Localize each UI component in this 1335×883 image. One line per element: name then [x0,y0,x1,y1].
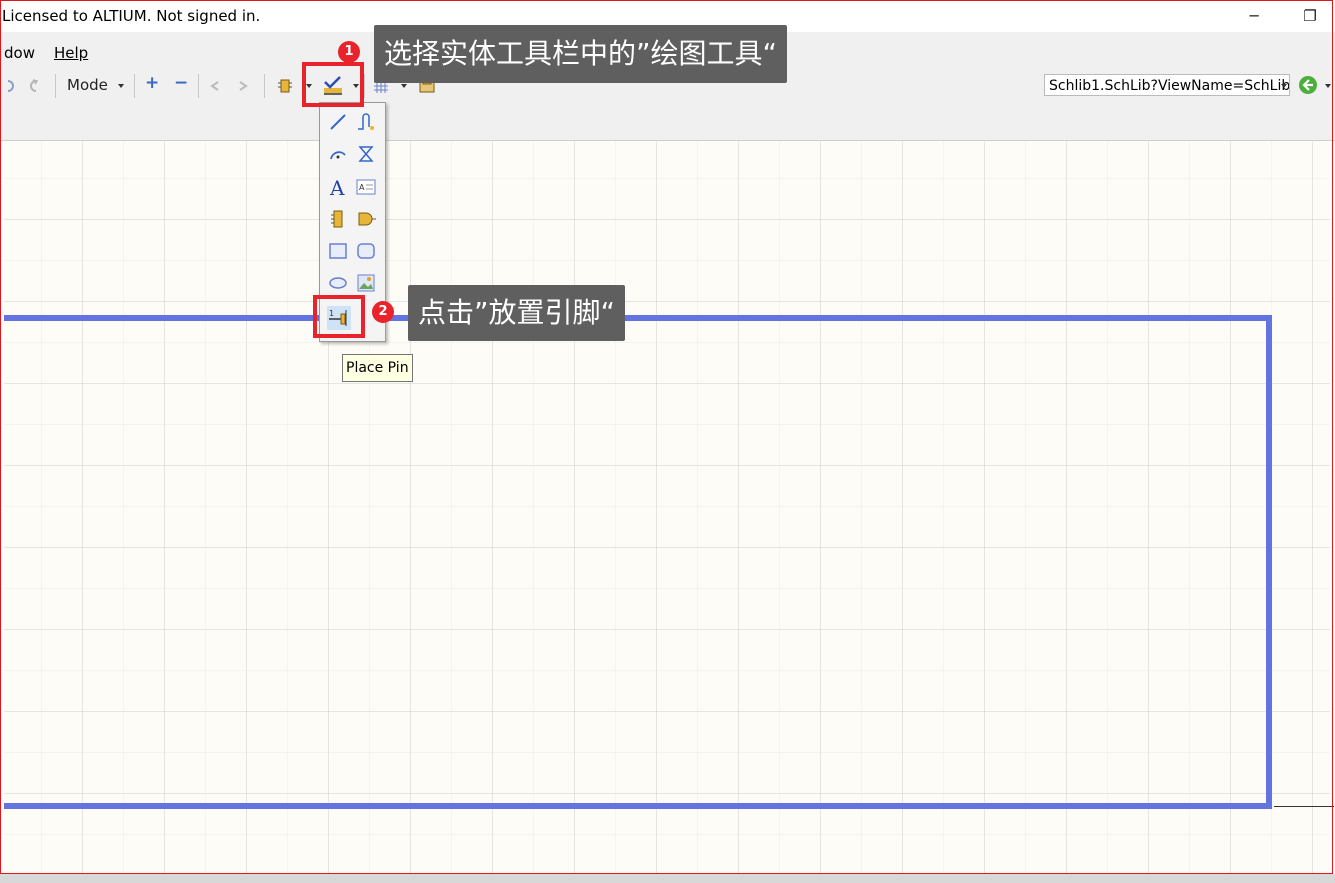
menu-window[interactable]: dow [4,44,35,62]
rectangle-tool-icon[interactable] [327,240,349,262]
undo-icon[interactable] [2,77,20,95]
ic-part-tool-icon[interactable] [327,208,349,230]
toolbar-separator [134,74,135,98]
mode-chevron-down-icon [118,84,124,88]
text-frame-tool-icon[interactable]: A [355,176,377,198]
back-arrow-icon[interactable] [1298,75,1318,95]
svg-text:A: A [359,183,365,192]
bottom-strip [0,874,1335,883]
component-body-rectangle [4,315,1272,809]
navigation-chevron-down-icon[interactable] [1325,84,1331,88]
mode-dropdown[interactable]: Mode [67,76,108,94]
pin-line [1274,806,1334,807]
next-part-icon[interactable] [234,77,252,95]
svg-text:A: A [329,176,345,198]
drawing-tools-highlight [302,62,364,107]
restore-button[interactable]: ❐ [1300,6,1320,26]
graphic-image-tool-icon[interactable] [355,272,377,294]
callout-step-1: 选择实体工具栏中的”绘图工具“ [374,25,788,83]
previous-part-icon[interactable] [206,77,224,95]
minimize-button[interactable]: ─ [1244,6,1264,26]
step-badge-1: 1 [338,41,360,63]
toolbar-separator [198,74,199,98]
remove-part-icon[interactable]: − [174,73,188,93]
address-chevron-down-icon[interactable] [1281,84,1287,88]
step-badge-2: 2 [372,301,394,323]
ieee-symbol-tool-icon[interactable] [355,208,377,230]
ellipse-tool-icon[interactable] [327,272,349,294]
schematic-canvas[interactable] [4,141,1334,874]
toolbar-separator [364,74,365,98]
menu-help-label: Help [54,44,89,62]
address-field[interactable]: Schlib1.SchLib?ViewName=SchLib [1044,74,1290,96]
toolbar-separator [264,74,265,98]
text-string-tool-icon[interactable]: A [327,176,349,198]
round-rectangle-tool-icon[interactable] [355,240,377,262]
license-status: Licensed to ALTIUM. Not signed in. [2,7,261,25]
place-pin-highlight [313,295,365,338]
toolbar-separator [55,74,56,98]
callout-step-2: 点击”放置引脚“ [408,285,626,341]
line-tool-icon[interactable] [327,111,349,133]
mode-label: Mode [67,76,108,94]
ic-component-icon[interactable] [276,77,294,95]
grid-chevron-down-icon[interactable] [401,84,407,88]
bezier-tool-icon[interactable] [355,111,377,133]
polygon-tool-icon[interactable] [355,143,377,165]
add-part-icon[interactable]: + [145,73,159,93]
redo-icon[interactable] [24,77,42,95]
menu-help[interactable]: Help [54,44,88,62]
place-pin-tooltip: Place Pin [342,354,413,382]
elliptical-arc-tool-icon[interactable] [327,143,349,165]
